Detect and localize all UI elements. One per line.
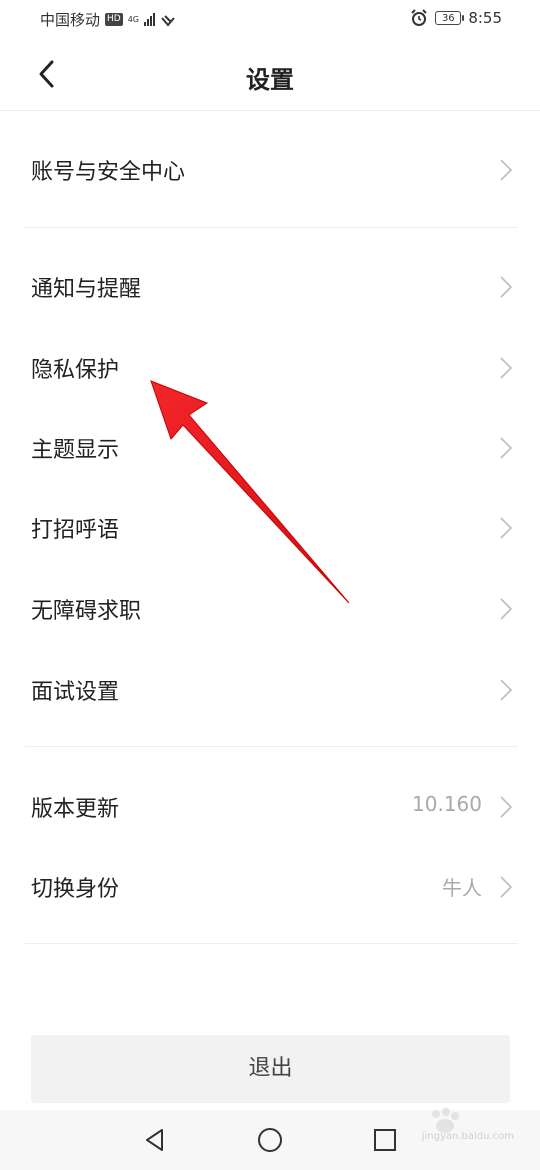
settings-item-label: 通知与提醒 [31, 277, 142, 302]
settings-item-label: 账号与安全中心 [31, 160, 186, 185]
identity-value: 牛人 [442, 876, 482, 900]
clock: 8:55 [468, 9, 502, 27]
settings-item-privacy[interactable]: 隐私保护 [0, 328, 540, 408]
settings-item-accessible-job[interactable]: 无障碍求职 [0, 569, 540, 649]
status-bar: 中国移动 HD 4G 36 8:55 [0, 0, 540, 38]
battery-icon: 36 [435, 11, 465, 25]
settings-item-theme[interactable]: 主题显示 [0, 408, 540, 488]
chevron-right-icon [500, 437, 512, 459]
settings-item-switch-identity[interactable]: 切换身份 牛人 [0, 847, 540, 927]
chevron-right-icon [500, 276, 512, 298]
signal-icon [144, 13, 156, 26]
top-bar: 设置 [0, 40, 540, 111]
settings-item-notifications[interactable]: 通知与提醒 [0, 247, 540, 327]
settings-item-label: 切换身份 [31, 877, 120, 902]
chevron-right-icon [500, 598, 512, 620]
wifi-icon [161, 14, 175, 27]
chevron-right-icon [500, 796, 512, 818]
chevron-right-icon [500, 159, 512, 181]
carrier-label: 中国移动 [40, 11, 101, 29]
hd-badge: HD [105, 13, 123, 26]
settings-item-label: 打招呼语 [31, 518, 120, 543]
nav-back-icon[interactable] [140, 1125, 170, 1155]
version-value: 10.160 [412, 792, 482, 816]
divider [25, 943, 518, 944]
page-title: 设置 [246, 66, 294, 94]
settings-item-label: 无障碍求职 [31, 599, 142, 624]
settings-item-label: 版本更新 [31, 797, 120, 822]
settings-item-version[interactable]: 版本更新 10.160 [0, 767, 540, 847]
settings-item-interview[interactable]: 面试设置 [0, 650, 540, 730]
settings-item-label: 面试设置 [31, 680, 120, 705]
chevron-right-icon [500, 679, 512, 701]
nav-home-icon[interactable] [255, 1125, 285, 1155]
network-type: 4G [127, 14, 140, 24]
baidu-watermark: jingyan.baidu.com [392, 1106, 522, 1146]
chevron-right-icon [500, 517, 512, 539]
divider [25, 746, 518, 747]
chevron-right-icon [500, 357, 512, 379]
settings-item-account[interactable]: 账号与安全中心 [0, 130, 540, 210]
chevron-right-icon [500, 876, 512, 898]
alarm-icon [411, 9, 428, 26]
settings-item-label: 隐私保护 [31, 358, 120, 383]
settings-item-greeting[interactable]: 打招呼语 [0, 488, 540, 568]
logout-button[interactable]: 退出 [31, 1035, 510, 1103]
settings-item-label: 主题显示 [31, 438, 120, 463]
watermark-text: jingyan.baidu.com [421, 1131, 514, 1142]
divider [25, 227, 518, 228]
